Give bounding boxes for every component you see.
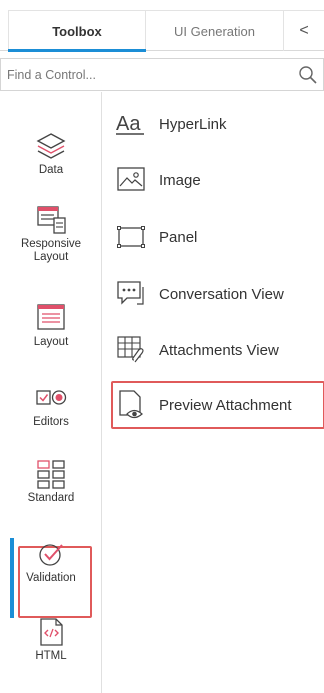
category-rail: Data Responsive Layout Layout Editors St… bbox=[0, 92, 102, 693]
category-html-label: HTML bbox=[35, 650, 67, 662]
editors-icon bbox=[36, 390, 67, 405]
conversation-icon bbox=[117, 281, 144, 305]
collapse-panel-button[interactable]: < bbox=[284, 10, 324, 51]
tab-bar: Toolbox UI Generation < bbox=[0, 10, 324, 52]
category-responsive-layout[interactable]: Responsive Layout bbox=[0, 204, 102, 264]
control-panel-label: Panel bbox=[159, 228, 198, 246]
layout-icon bbox=[37, 304, 65, 330]
category-layout-label: Layout bbox=[33, 336, 69, 348]
category-responsive-layout-label: Responsive Layout bbox=[20, 238, 82, 263]
preview-attachment-icon bbox=[119, 390, 143, 419]
category-data-label: Data bbox=[38, 164, 64, 176]
tab-toolbox[interactable]: Toolbox bbox=[8, 10, 146, 52]
toolbox-panel: Toolbox UI Generation < Data bbox=[0, 0, 324, 693]
category-validation[interactable]: Validation bbox=[0, 538, 102, 585]
attachments-icon bbox=[117, 336, 144, 363]
search-input[interactable] bbox=[1, 59, 291, 90]
layers-icon bbox=[36, 133, 66, 159]
tab-ui-generation-label: UI Generation bbox=[174, 23, 255, 39]
image-icon bbox=[117, 167, 145, 191]
category-standard[interactable]: Standard bbox=[0, 458, 102, 505]
panel-icon bbox=[117, 226, 145, 248]
tab-toolbox-label: Toolbox bbox=[52, 23, 102, 39]
category-editors-label: Editors bbox=[33, 416, 69, 428]
validation-check-icon bbox=[39, 544, 63, 566]
controls-list: Aa HyperLink Image Panel Conversation Vi… bbox=[103, 92, 324, 693]
control-hyperlink[interactable]: Aa HyperLink bbox=[111, 104, 321, 144]
category-standard-label: Standard bbox=[27, 492, 75, 504]
chevron-left-icon: < bbox=[299, 22, 309, 39]
control-conversation-view-label: Conversation View bbox=[159, 285, 284, 303]
control-conversation-view[interactable]: Conversation View bbox=[111, 274, 321, 314]
hyperlink-aa-icon: Aa bbox=[116, 113, 144, 135]
control-hyperlink-label: HyperLink bbox=[159, 115, 227, 133]
html-code-icon bbox=[40, 618, 63, 646]
search-box bbox=[0, 58, 324, 91]
category-layout[interactable]: Layout bbox=[0, 302, 102, 349]
search-icon[interactable] bbox=[298, 65, 318, 85]
standard-grid-icon bbox=[37, 460, 65, 489]
control-attachments-view-label: Attachments View bbox=[159, 341, 279, 359]
tab-ui-generation[interactable]: UI Generation bbox=[146, 10, 284, 51]
category-editors[interactable]: Editors bbox=[0, 382, 102, 429]
category-html[interactable]: HTML bbox=[0, 616, 102, 663]
control-image[interactable]: Image bbox=[111, 160, 321, 200]
responsive-layout-icon bbox=[37, 206, 66, 234]
control-image-label: Image bbox=[159, 171, 201, 189]
control-preview-attachment[interactable]: Preview Attachment bbox=[111, 385, 321, 425]
category-validation-label: Validation bbox=[26, 572, 76, 584]
svg-text:Aa: Aa bbox=[116, 113, 141, 135]
control-attachments-view[interactable]: Attachments View bbox=[111, 330, 321, 370]
category-data[interactable]: Data bbox=[0, 130, 102, 177]
control-panel[interactable]: Panel bbox=[111, 217, 321, 257]
control-preview-attachment-label: Preview Attachment bbox=[159, 396, 292, 414]
